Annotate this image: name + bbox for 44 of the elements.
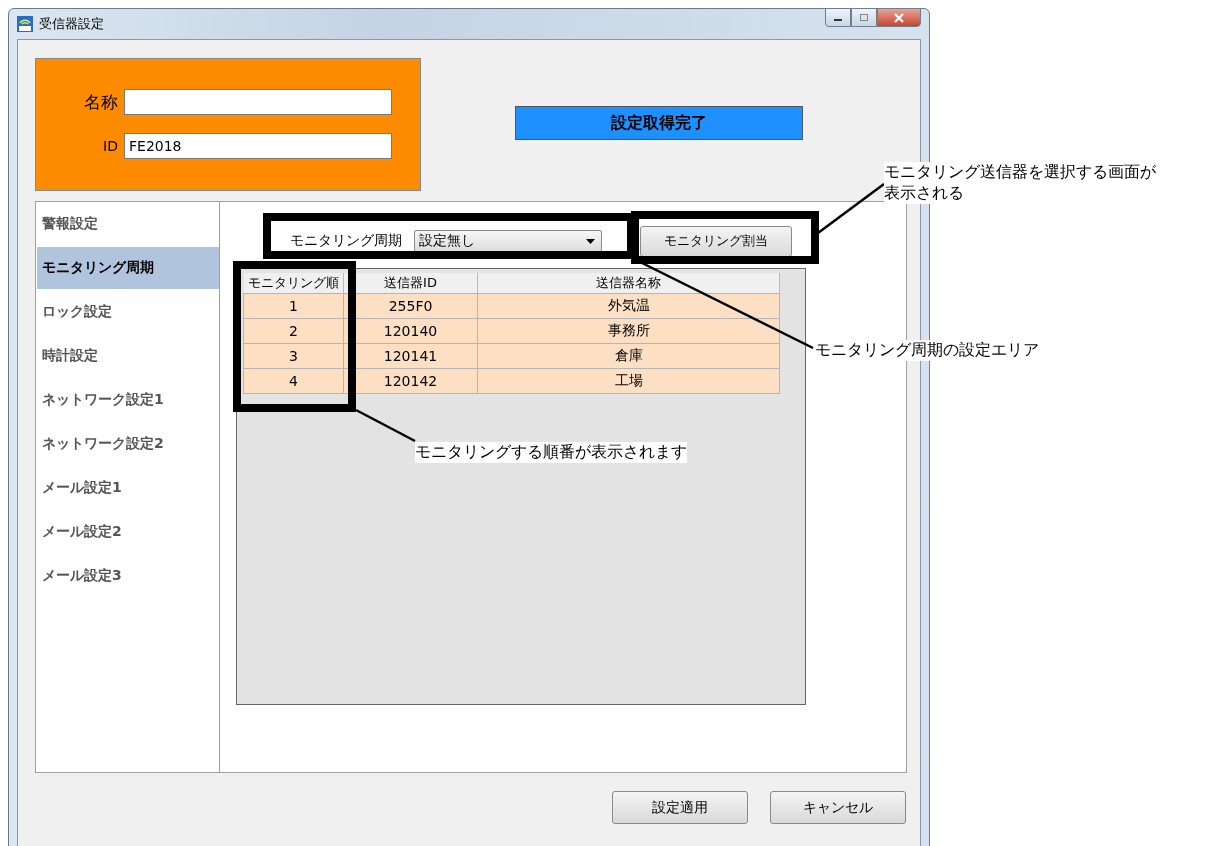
table-cell: 255F0 xyxy=(343,293,478,319)
table-cell: 4 xyxy=(243,368,344,394)
sidebar-item[interactable]: 時計設定 xyxy=(37,335,219,377)
table-cell: 3 xyxy=(243,343,344,369)
close-button[interactable] xyxy=(877,8,921,27)
table-cell: 工場 xyxy=(477,368,780,394)
cancel-button[interactable]: キャンセル xyxy=(770,791,906,824)
minimize-button[interactable] xyxy=(825,8,851,27)
window-title: 受信器設定 xyxy=(39,15,104,33)
close-icon xyxy=(893,12,905,23)
status-banner: 設定取得完了 xyxy=(515,106,803,140)
column-header: 送信器ID xyxy=(343,273,478,294)
callout-text: モニタリング周期の設定エリア xyxy=(815,340,1039,361)
leader-line xyxy=(355,408,416,443)
sidebar-item[interactable]: メール設定1 xyxy=(37,467,219,509)
maximize-button[interactable] xyxy=(851,8,877,27)
apply-button[interactable]: 設定適用 xyxy=(612,791,748,824)
callout-text: モニタリングする順番が表示されます xyxy=(415,442,687,463)
sidebar-item[interactable]: メール設定3 xyxy=(37,555,219,597)
table-cell: 倉庫 xyxy=(477,343,780,369)
sidebar-item[interactable]: ネットワーク設定2 xyxy=(37,423,219,465)
sidebar-item[interactable]: メール設定2 xyxy=(37,511,219,553)
column-header: モニタリング順 xyxy=(243,273,344,294)
leader-line xyxy=(817,183,885,234)
sidebar-item[interactable]: ネットワーク設定1 xyxy=(37,379,219,421)
id-label: ID xyxy=(102,138,119,154)
table-cell: 外気温 xyxy=(477,293,780,319)
name-field[interactable] xyxy=(124,89,392,115)
name-label: 名称 xyxy=(83,90,119,114)
sidebar-item[interactable]: モニタリング周期 xyxy=(37,247,219,289)
id-field[interactable]: FE2018 xyxy=(124,133,392,159)
table-cell: 事務所 xyxy=(477,318,780,344)
cycle-label: モニタリング周期 xyxy=(290,232,402,250)
maximize-icon xyxy=(859,13,869,22)
app-icon xyxy=(17,16,33,32)
cycle-dropdown[interactable]: 設定無し xyxy=(414,230,602,252)
table-cell: 2 xyxy=(243,318,344,344)
column-header: 送信器名称 xyxy=(477,273,780,294)
assign-button[interactable]: モニタリング割当 xyxy=(640,225,792,257)
sidebar-item[interactable]: ロック設定 xyxy=(37,291,219,333)
dropdown-arrow-icon xyxy=(586,238,595,244)
sidebar-item[interactable]: 警報設定 xyxy=(37,203,219,245)
callout-text: モニタリング送信器を選択する画面が 表示される xyxy=(884,162,1156,204)
table-cell: 1 xyxy=(243,293,344,319)
